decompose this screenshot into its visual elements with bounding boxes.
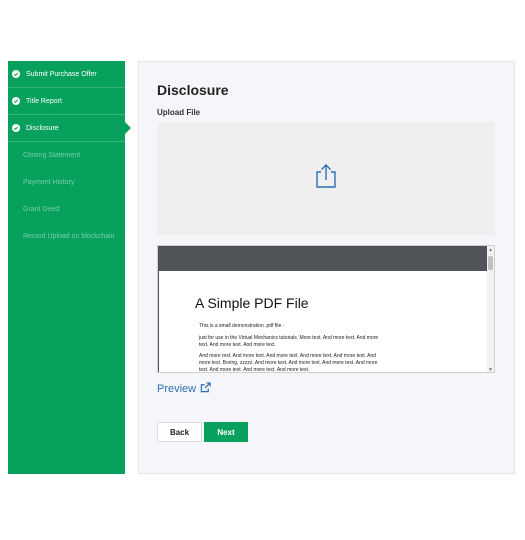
back-button[interactable]: Back: [157, 422, 202, 442]
check-icon: [12, 124, 20, 132]
upload-dropzone[interactable]: [157, 122, 495, 235]
pdf-text-line: just for use in the Virtual Mechanics tu…: [199, 335, 379, 348]
next-button[interactable]: Next: [204, 422, 248, 442]
step-title-report[interactable]: Title Report: [8, 88, 125, 115]
step-payment-history[interactable]: Payment History: [8, 169, 125, 196]
step-disclosure[interactable]: Disclosure: [8, 115, 131, 142]
step-label: Payment History: [23, 179, 75, 186]
upload-icon[interactable]: [315, 163, 337, 194]
content-panel: Disclosure Upload File A Simple PDF File…: [138, 61, 515, 474]
step-label: Submit Purchase Offer: [26, 70, 97, 78]
pdf-scrollbar[interactable]: ▲ ▼: [487, 246, 494, 372]
step-record-upload[interactable]: Record Upload on blockchain: [8, 223, 125, 250]
pdf-viewer[interactable]: A Simple PDF File This is a small demons…: [157, 245, 495, 373]
check-icon: [12, 70, 20, 78]
step-closing-statement[interactable]: Closing Statement: [8, 142, 125, 169]
external-link-icon: [196, 382, 211, 396]
scroll-up-icon[interactable]: ▲: [488, 247, 493, 253]
preview-link[interactable]: Preview: [157, 382, 211, 396]
step-sidebar: Submit Purchase Offer Title Report Discl…: [8, 61, 131, 474]
preview-label: Preview: [157, 383, 197, 395]
step-label: Closing Statement: [23, 152, 81, 159]
step-label: Disclosure: [26, 124, 59, 132]
pdf-toolbar: [158, 246, 494, 271]
step-submit-purchase-offer[interactable]: Submit Purchase Offer: [8, 61, 125, 88]
pdf-page: A Simple PDF File This is a small demons…: [158, 271, 488, 373]
page-title: Disclosure: [157, 82, 229, 98]
scroll-thumb[interactable]: [488, 256, 493, 270]
step-grant-deed[interactable]: Grant Deed: [8, 196, 125, 223]
check-icon: [12, 97, 20, 105]
step-label: Record Upload on blockchain: [23, 233, 115, 240]
pdf-text-line: And more text. And more text. And more t…: [199, 353, 378, 373]
step-label: Title Report: [26, 97, 62, 105]
pdf-heading: A Simple PDF File: [195, 295, 309, 311]
pdf-text-line: This is a small demonstration .pdf file …: [199, 323, 285, 329]
step-label: Grant Deed: [23, 206, 60, 213]
upload-label: Upload File: [157, 108, 201, 117]
scroll-down-icon[interactable]: ▼: [488, 367, 493, 372]
